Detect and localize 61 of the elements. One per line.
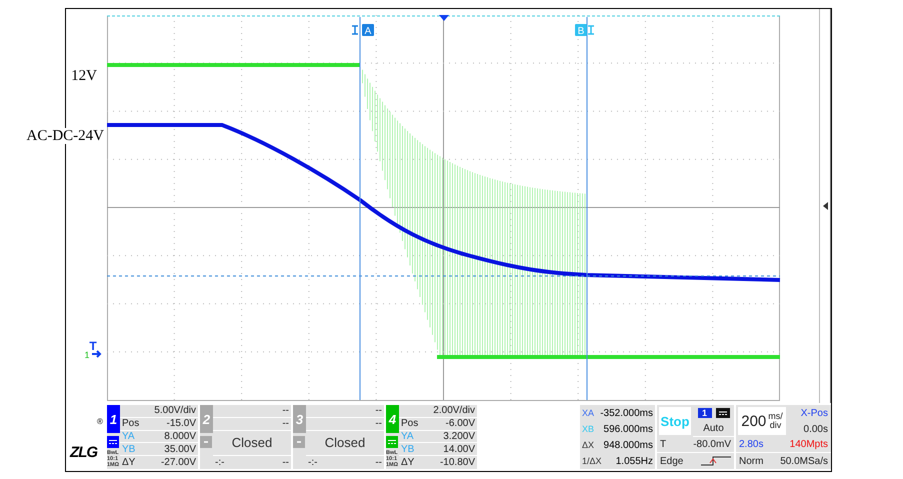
cursor-label-text: XA <box>582 408 594 418</box>
cursor-label-text: 1/ΔX <box>582 456 602 466</box>
trigger-mode[interactable]: Auto <box>693 421 734 437</box>
channel-status: Closed <box>232 435 272 450</box>
trigger-type[interactable]: Edge <box>660 456 684 466</box>
x-pos-value: 0.00s <box>804 424 828 434</box>
cursor-link-icon <box>587 25 595 35</box>
channel-number[interactable]: 1 <box>107 405 120 433</box>
yb-label: YB <box>122 444 136 455</box>
coupling-icon <box>716 408 730 418</box>
pos-value: -15.0V <box>166 418 196 430</box>
yb-label: YB <box>401 444 414 455</box>
x-pos-label: X-Pos <box>800 408 828 418</box>
trigger-level-label: T <box>660 439 666 450</box>
trigger-position-marker[interactable] <box>439 15 449 21</box>
yb-value: 14.00V <box>443 444 475 455</box>
cursor-label-text: ΔX <box>582 440 594 450</box>
delta-y-value: -10.80V <box>440 457 475 468</box>
acquire-mode: Norm <box>739 456 764 466</box>
pos-label: Pos <box>122 418 140 430</box>
delta-y-label: ΔY <box>122 457 136 468</box>
sample-rate: 50.0MSa/s <box>780 456 828 466</box>
channel-status: Closed <box>324 435 366 450</box>
time-unit: ms/ <box>768 412 783 421</box>
volts-per-div: -- <box>282 405 289 416</box>
time-unit: div <box>770 421 782 430</box>
record-duration: 2.80s <box>739 439 764 450</box>
rising-edge-icon <box>701 456 731 466</box>
registered-mark: ® <box>97 417 103 426</box>
footer-label: -:- <box>308 457 318 468</box>
trace-label: AC-DC-24V <box>26 128 104 144</box>
ya-value: 8.000V <box>164 430 196 442</box>
delta-y-label: ΔY <box>401 457 414 468</box>
cursor-value: -352.000ms <box>600 408 653 418</box>
footer-value: -- <box>375 457 382 468</box>
cursor-label[interactable]: A <box>362 24 374 37</box>
collapse-arrow-icon <box>822 202 828 210</box>
memory-depth: 140Mpts <box>790 439 828 450</box>
volts-per-div: 5.00V/div <box>154 405 196 416</box>
trigger-source[interactable]: 1 <box>698 408 712 418</box>
pos-label: Pos <box>401 418 418 430</box>
ya-label: YA <box>122 430 135 442</box>
cursor-value: 1.055Hz <box>616 456 653 466</box>
yb-value: 35.00V <box>164 444 196 455</box>
pos-value: -6.00V <box>446 418 475 430</box>
volts-per-div: -- <box>375 405 382 416</box>
footer-value: -- <box>282 457 289 468</box>
cursor-value: 596.000ms <box>604 424 653 434</box>
cursor-link-icon <box>351 25 359 35</box>
cursor-value: 948.000ms <box>604 440 653 450</box>
delta-y-value: -27.00V <box>160 457 196 468</box>
logo: ZLG <box>70 444 98 461</box>
ya-value: 3.200V <box>443 430 475 442</box>
pos-value: -- <box>282 418 289 430</box>
trigger-level-value[interactable]: -80.0mV <box>693 439 731 450</box>
volts-per-div: 2.00V/div <box>433 405 475 416</box>
ya-label: YA <box>401 430 414 442</box>
pos-value: -- <box>375 418 382 430</box>
cursor-label-text: XB <box>582 424 594 434</box>
timebase-value: 200 <box>741 412 766 430</box>
footer-label: -:- <box>215 457 224 468</box>
